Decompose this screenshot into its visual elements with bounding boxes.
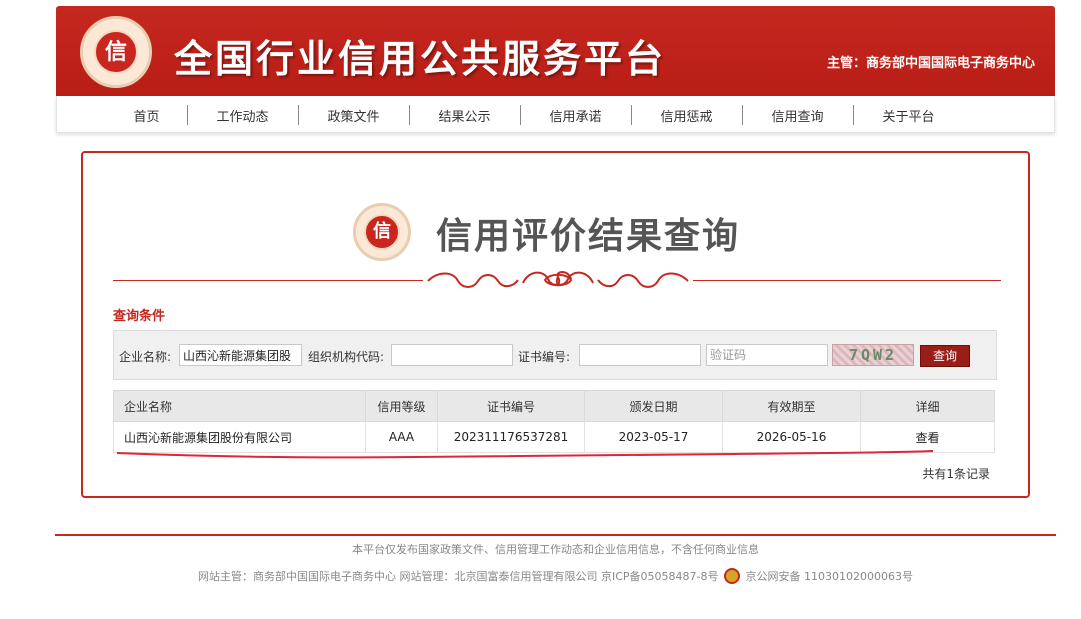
footer-info: 网站主管：商务部中国国际电子商务中心 网站管理：北京国富泰信用管理有限公司 京I… bbox=[0, 568, 1081, 584]
page-title: 信用评价结果查询 bbox=[436, 216, 741, 257]
captcha-image[interactable]: 7QW2 bbox=[832, 344, 914, 366]
cell-company-name: 山西沁新能源集团股份有限公司 bbox=[113, 421, 366, 453]
nav-item-discipline[interactable]: 信用惩戒 bbox=[631, 106, 742, 125]
credit-seal-icon: 信 bbox=[94, 30, 138, 74]
ornament-divider-icon bbox=[427, 271, 689, 288]
org-code-input[interactable] bbox=[391, 344, 513, 366]
divider-line bbox=[693, 280, 1001, 281]
main-nav: 首页 工作动态 政策文件 结果公示 信用承诺 信用惩戒 信用查询 关于平台 bbox=[56, 96, 1055, 133]
query-button[interactable]: 查询 bbox=[920, 345, 970, 367]
divider-line bbox=[113, 280, 423, 281]
results-table: 企业名称 信用等级 证书编号 颁发日期 有效期至 详细 山西沁新能源集团股份有限… bbox=[113, 390, 995, 453]
col-header-cert-no: 证书编号 bbox=[437, 390, 585, 422]
col-header-expiry-date: 有效期至 bbox=[722, 390, 861, 422]
nav-item-credit-query[interactable]: 信用查询 bbox=[742, 106, 853, 125]
footer-security-record[interactable]: 京公网安备 11030102000063号 bbox=[746, 570, 913, 583]
cell-cert-number: 202311176537281 bbox=[437, 421, 585, 453]
nav-item-commitment[interactable]: 信用承诺 bbox=[520, 106, 631, 125]
nav-item-results[interactable]: 结果公示 bbox=[409, 106, 520, 125]
query-conditions-label: 查询条件 bbox=[113, 309, 166, 324]
col-header-company: 企业名称 bbox=[113, 390, 366, 422]
nav-item-about[interactable]: 关于平台 bbox=[853, 106, 964, 125]
cell-credit-grade: AAA bbox=[365, 421, 438, 453]
credit-emblem-icon: 信 bbox=[353, 203, 411, 261]
cell-expiry-date: 2026-05-16 bbox=[722, 421, 861, 453]
col-header-detail: 详细 bbox=[860, 390, 995, 422]
sponsor-text: 主管：商务部中国国际电子商务中心 bbox=[826, 56, 1035, 71]
site-logo[interactable]: 信 bbox=[80, 16, 152, 88]
org-code-label: 组织机构代码: bbox=[308, 350, 385, 364]
company-name-label: 企业名称: bbox=[119, 350, 172, 364]
site-title: 全国行业信用公共服务平台 bbox=[174, 37, 667, 81]
footer-disclaimer: 本平台仅发布国家政策文件、信用管理工作动态和企业信用信息，不含任何商业信息 bbox=[352, 543, 759, 556]
cell-issue-date: 2023-05-17 bbox=[584, 421, 723, 453]
police-badge-icon bbox=[724, 568, 741, 584]
nav-item-policy[interactable]: 政策文件 bbox=[298, 106, 409, 125]
nav-item-work-news[interactable]: 工作动态 bbox=[187, 106, 298, 125]
highlight-underline bbox=[116, 450, 934, 459]
footer-admin-text: 网站主管：商务部中国国际电子商务中心 网站管理：北京国富泰信用管理有限公司 京I… bbox=[198, 570, 719, 583]
search-form: 企业名称: 组织机构代码: 证书编号: 7QW2 查询 bbox=[113, 330, 997, 380]
cert-number-input[interactable] bbox=[579, 344, 701, 366]
captcha-input[interactable] bbox=[706, 344, 828, 366]
nav-item-home[interactable]: 首页 bbox=[91, 106, 202, 125]
cert-number-label: 证书编号: bbox=[518, 350, 571, 364]
col-header-issue-date: 颁发日期 bbox=[584, 390, 723, 422]
table-header-row: 企业名称 信用等级 证书编号 颁发日期 有效期至 详细 bbox=[113, 390, 995, 422]
col-header-grade: 信用等级 bbox=[365, 390, 438, 422]
site-header: 信 全国行业信用公共服务平台 主管：商务部中国国际电子商务中心 bbox=[56, 6, 1055, 96]
query-panel: 信 信用评价结果查询 查询条件 企业名称: 组织机构代码: 证书编号: 7QW2… bbox=[81, 151, 1030, 498]
credit-seal-icon: 信 bbox=[364, 214, 400, 250]
company-name-input[interactable] bbox=[179, 344, 302, 366]
table-row: 山西沁新能源集团股份有限公司 AAA 202311176537281 2023-… bbox=[113, 421, 995, 453]
record-count: 共有1条记录 bbox=[922, 467, 990, 481]
footer-divider bbox=[55, 534, 1056, 536]
view-detail-link[interactable]: 查看 bbox=[860, 421, 995, 453]
